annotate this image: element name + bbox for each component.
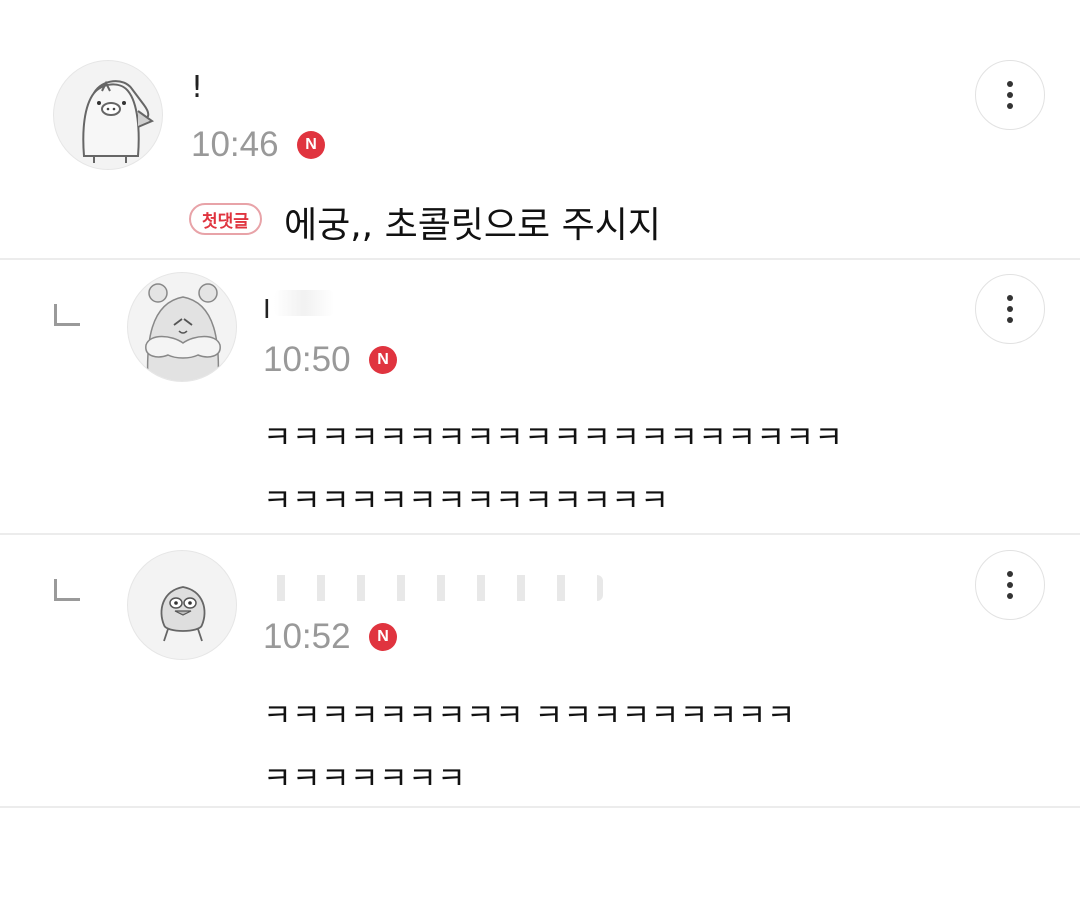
more-vertical-icon [1007, 571, 1013, 577]
more-options-button[interactable] [975, 60, 1045, 130]
duck-character-icon [160, 586, 206, 642]
new-badge: N [369, 623, 397, 651]
first-comment-badge: 첫댓글 [189, 203, 262, 235]
more-options-button[interactable] [975, 274, 1045, 344]
reply-arrow-icon [54, 304, 80, 326]
redacted-nickname [274, 290, 334, 316]
comment-text-line: ㅋㅋㅋㅋㅋㅋㅋ [263, 761, 467, 797]
reply-item: 10:52 N ㅋㅋㅋㅋㅋㅋㅋㅋㅋ ㅋㅋㅋㅋㅋㅋㅋㅋㅋ ㅋㅋㅋㅋㅋㅋㅋ [0, 535, 1080, 810]
new-badge: N [297, 131, 325, 159]
comment-item: ! 10:46 N 첫댓글 에궁,, 초콜릿으로 주시지 [0, 0, 1080, 260]
reply-item: I 10:50 N ㅋㅋㅋㅋㅋㅋㅋㅋㅋㅋㅋㅋㅋㅋㅋㅋㅋㅋㅋㅋ ㅋㅋㅋㅋㅋㅋㅋㅋㅋ… [0, 260, 1080, 535]
nickname[interactable]: ! [191, 70, 209, 105]
comment-time: 10:52 [263, 617, 351, 656]
more-vertical-icon [1007, 81, 1013, 87]
comment-text: 에궁,, 초콜릿으로 주시지 [284, 205, 661, 246]
comment-time: 10:46 [191, 125, 279, 164]
avatar[interactable] [127, 550, 237, 660]
redacted-nickname [263, 575, 603, 601]
hamster-character-icon [145, 283, 221, 381]
divider [0, 806, 1080, 808]
pig-character-icon [82, 80, 155, 163]
comment-text-line: ㅋㅋㅋㅋㅋㅋㅋㅋㅋㅋㅋㅋㅋㅋ [263, 483, 670, 519]
new-badge: N [369, 346, 397, 374]
comment-text-line: ㅋㅋㅋㅋㅋㅋㅋㅋㅋ ㅋㅋㅋㅋㅋㅋㅋㅋㅋ [263, 698, 796, 734]
more-vertical-icon [1007, 295, 1013, 301]
comment-text-line: ㅋㅋㅋㅋㅋㅋㅋㅋㅋㅋㅋㅋㅋㅋㅋㅋㅋㅋㅋㅋ [263, 420, 844, 456]
reply-arrow-icon [54, 579, 80, 601]
avatar[interactable] [127, 272, 237, 382]
more-options-button[interactable] [975, 550, 1045, 620]
avatar[interactable] [53, 60, 163, 170]
comment-time: 10:50 [263, 340, 351, 379]
